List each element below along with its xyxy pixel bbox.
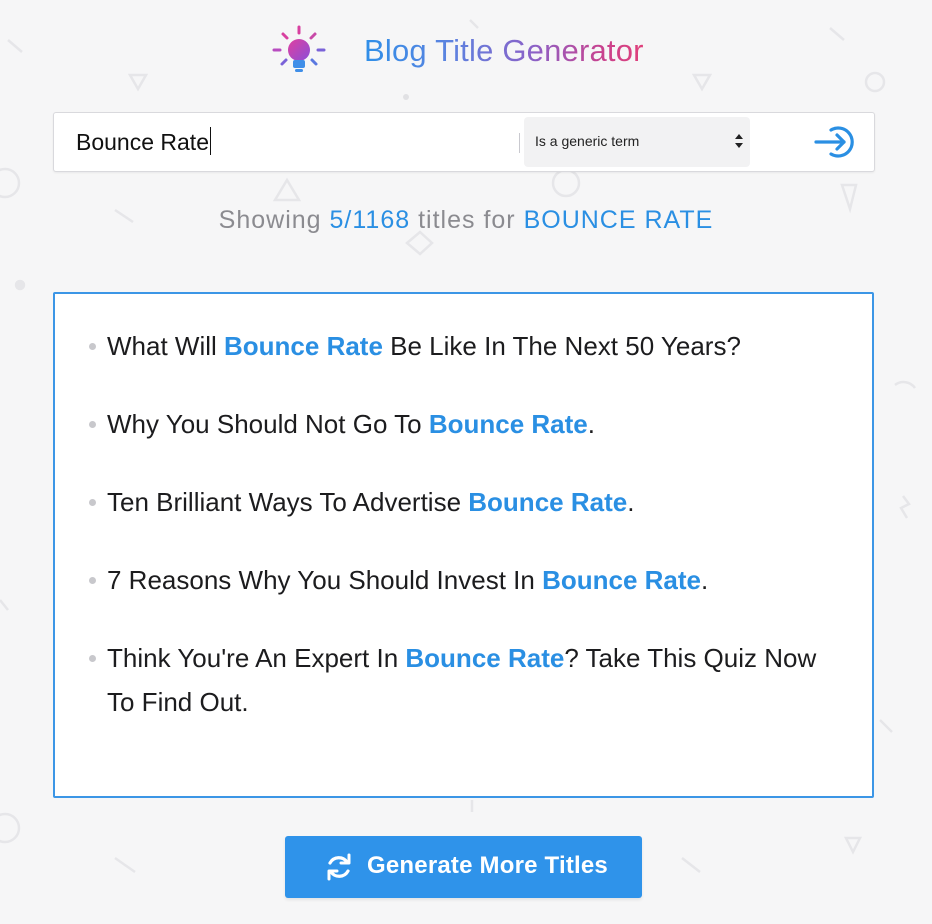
title-text: . — [587, 409, 595, 439]
results-summary: Showing 5/1168 titles for BOUNCE RATE — [0, 206, 932, 235]
search-bar: Bounce Rate Is a generic term — [53, 112, 875, 172]
title-text: Think You're An Expert In — [107, 643, 406, 673]
summary-prefix: Showing — [218, 206, 322, 234]
title-item: Ten Brilliant Ways To Advertise Bounce R… — [87, 480, 847, 524]
title-text: Why You Should Not Go To — [107, 409, 429, 439]
title-list: What Will Bounce Rate Be Like In The Nex… — [87, 324, 847, 758]
title-keyword: Bounce Rate — [468, 487, 628, 517]
search-input[interactable]: Bounce Rate — [76, 125, 516, 159]
divider — [519, 133, 520, 153]
results-count: 5/1168 — [329, 206, 411, 234]
summary-middle: titles for — [418, 206, 516, 234]
lightbulb-icon — [270, 24, 328, 82]
title-item: 7 Reasons Why You Should Invest In Bounc… — [87, 558, 847, 602]
title-item: Think You're An Expert In Bounce Rate? T… — [87, 636, 847, 724]
term-type-select[interactable]: Is a generic term — [524, 117, 750, 167]
title-text: Ten Brilliant Ways To Advertise — [107, 487, 469, 517]
title-item: What Will Bounce Rate Be Like In The Nex… — [87, 324, 847, 368]
title-keyword: Bounce Rate — [428, 409, 588, 439]
title-keyword: Bounce Rate — [542, 565, 701, 595]
generate-more-button[interactable]: Generate More Titles — [285, 836, 642, 898]
title-item: Why You Should Not Go To Bounce Rate. — [87, 402, 847, 446]
summary-keyword: BOUNCE RATE — [523, 206, 714, 234]
generate-more-label: Generate More Titles — [367, 852, 608, 879]
results-panel: What Will Bounce Rate Be Like In The Nex… — [53, 292, 874, 798]
header: Blog Title Generator — [0, 20, 932, 80]
title-text: . — [627, 487, 635, 517]
title-text: What Will — [107, 331, 224, 361]
select-arrows-icon — [735, 134, 743, 148]
refresh-icon — [327, 853, 351, 881]
term-type-selected: Is a generic term — [535, 133, 640, 149]
arrow-circle-right-icon — [814, 126, 854, 158]
title-text: 7 Reasons Why You Should Invest In — [107, 565, 543, 595]
title-keyword: Bounce Rate — [224, 331, 383, 361]
title-text: . — [700, 565, 709, 595]
title-text: Be Like In The Next 50 Years? — [382, 331, 741, 361]
app-title: Blog Title Generator — [364, 33, 644, 68]
title-keyword: Bounce Rate — [405, 643, 565, 673]
search-input-value: Bounce Rate — [76, 129, 209, 155]
text-caret — [209, 127, 212, 155]
submit-button[interactable] — [814, 122, 860, 162]
